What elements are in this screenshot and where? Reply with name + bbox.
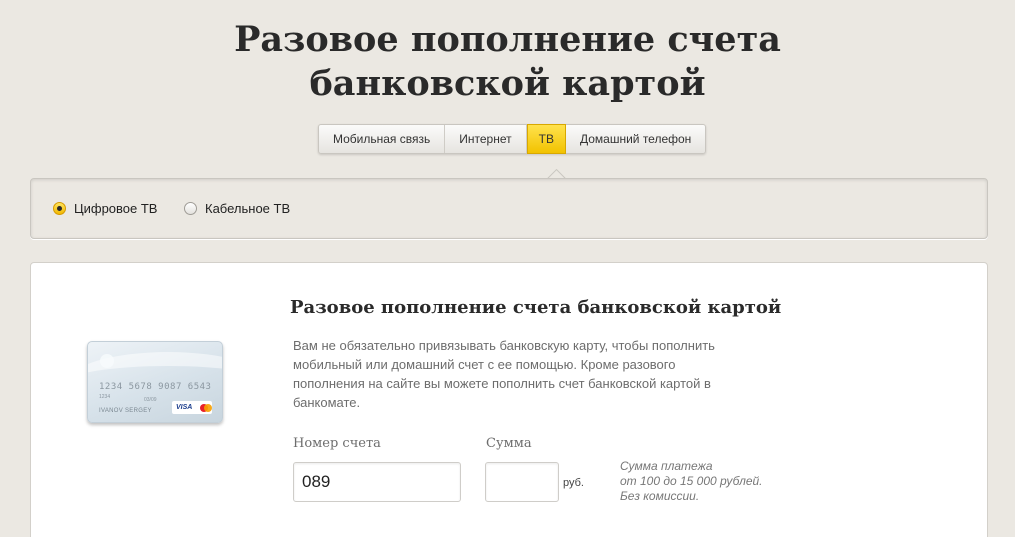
radio-cable-tv-label: Кабельное ТВ [205,201,291,216]
amount-label: Сумма [486,436,532,451]
page-title-line2: банковской картой [309,63,706,104]
service-tabs: Мобильная связь Интернет ТВ Домашний тел… [318,124,707,154]
tab-mobile[interactable]: Мобильная связь [319,125,446,153]
hint-line-3: Без комиссии. [620,489,700,503]
radio-digital-tv-label: Цифровое ТВ [74,201,158,216]
radio-unchecked-icon [184,202,197,215]
form-title: Разовое пополнение счета банковской карт… [290,297,782,318]
card-number-illustration: 1234 5678 9087 6543 [99,382,212,392]
card-expiry: 03/09 [144,397,157,403]
page-title: Разовое пополнение счета банковской карт… [0,18,1015,106]
tab-home-phone[interactable]: Домашний телефон [566,125,705,153]
hint-line-1: Сумма платежа [620,459,713,473]
mastercard-icon [200,404,212,412]
radio-digital-tv[interactable]: Цифровое ТВ [53,201,157,216]
card-hologram-icon [100,354,114,368]
amount-input[interactable] [485,462,559,502]
tab-tv[interactable]: ТВ [526,124,566,154]
amount-hint: Сумма платежа от 100 до 15 000 рублей. Б… [620,459,763,504]
page-title-line1: Разовое пополнение счета [234,19,781,60]
card-holder: IVANOV SERGEY [99,408,152,414]
tab-internet[interactable]: Интернет [445,125,527,153]
currency-label: руб. [563,477,584,489]
radio-checked-icon [53,202,66,215]
bank-card-illustration: 1234 5678 9087 6543 1234 03/09 IVANOV SE… [87,341,223,423]
payment-form-panel: 1234 5678 9087 6543 1234 03/09 IVANOV SE… [30,262,988,537]
radio-cable-tv[interactable]: Кабельное ТВ [184,201,290,216]
form-description: Вам не обязательно привязывать банковску… [293,338,715,410]
account-label: Номер счета [293,436,381,451]
hint-line-2: от 100 до 15 000 рублей. [620,474,763,488]
account-number-input[interactable] [293,462,461,502]
tv-type-panel: Цифровое ТВ Кабельное ТВ [30,178,988,239]
card-small-number: 1234 [99,394,111,400]
